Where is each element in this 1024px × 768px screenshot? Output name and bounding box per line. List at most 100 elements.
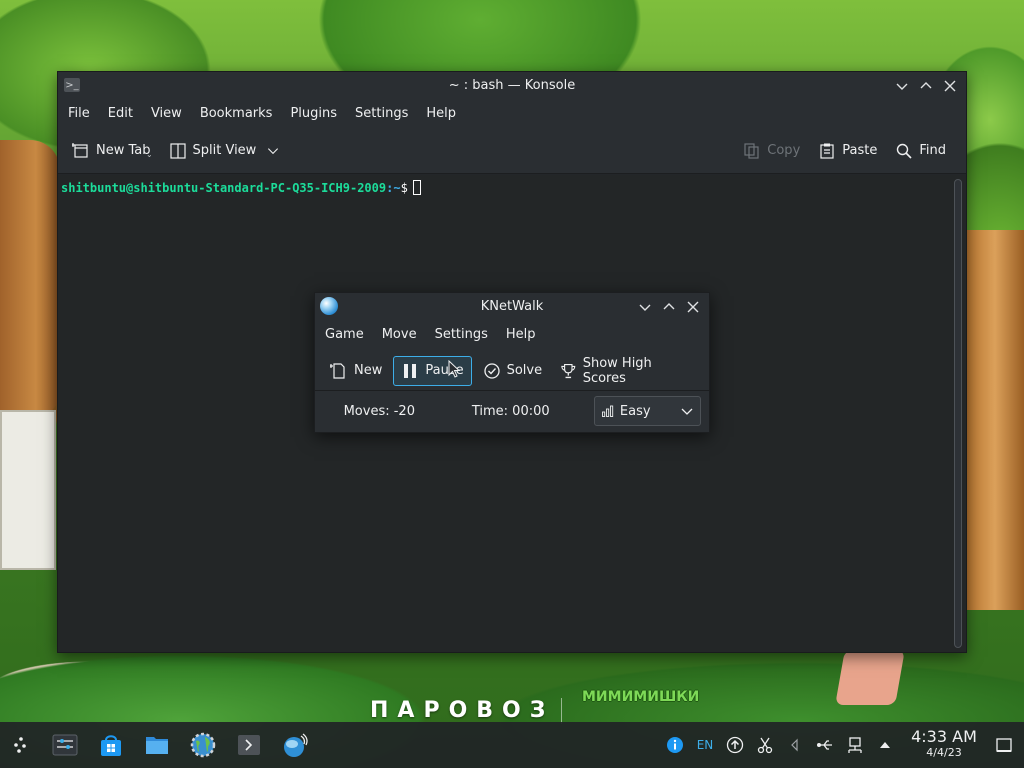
knetwalk-titlebar[interactable]: KNetWalk xyxy=(315,293,709,319)
time-counter: Time: 00:00 xyxy=(471,403,550,419)
new-tab-button[interactable]: New Tab ⌄ xyxy=(66,136,157,166)
new-game-label: New xyxy=(354,363,383,378)
tray-expand[interactable] xyxy=(870,722,900,768)
menu-edit[interactable]: Edit xyxy=(100,102,141,126)
globe-icon xyxy=(190,732,216,758)
wallpaper-sign xyxy=(0,410,56,570)
menu-help[interactable]: Help xyxy=(498,323,544,347)
app-launcher-icon xyxy=(14,737,26,753)
copy-icon xyxy=(744,142,759,159)
settings-sliders-icon xyxy=(52,734,78,756)
konsole-toolbar: New Tab ⌄ Split View Copy Paste Find xyxy=(58,128,966,174)
scissors-icon xyxy=(757,737,773,754)
network-wired-icon xyxy=(848,737,862,753)
wallpaper-stand xyxy=(835,650,905,705)
menu-settings[interactable]: Settings xyxy=(347,102,416,126)
menu-file[interactable]: File xyxy=(60,102,98,126)
tray-usb[interactable] xyxy=(810,722,840,768)
knetwalk-minimize-button[interactable] xyxy=(633,295,657,319)
checkmark-circle-icon xyxy=(483,362,500,379)
tray-info[interactable] xyxy=(660,722,690,768)
menu-view[interactable]: View xyxy=(143,102,190,126)
taskbar-web-browser[interactable] xyxy=(180,722,226,768)
knetwalk-window[interactable]: KNetWalk Game Move Settings Help New Pau… xyxy=(314,292,710,433)
difficulty-value: Easy xyxy=(619,403,651,419)
find-button[interactable]: Find xyxy=(889,136,952,166)
knetwalk-menubar: Game Move Settings Help xyxy=(315,319,709,351)
chevron-up-icon xyxy=(663,302,675,309)
chevron-up-icon xyxy=(880,742,890,748)
split-view-label: Split View xyxy=(192,143,257,158)
menu-game[interactable]: Game xyxy=(317,323,372,347)
minimize-button[interactable] xyxy=(890,74,914,98)
menu-move[interactable]: Move xyxy=(374,323,425,347)
close-button[interactable] xyxy=(938,74,962,98)
chevron-down-icon xyxy=(681,408,693,415)
menu-plugins[interactable]: Plugins xyxy=(282,102,345,126)
new-tab-icon xyxy=(72,142,88,158)
show-high-scores-button[interactable]: Show High Scores xyxy=(553,356,697,386)
chevron-down-icon xyxy=(896,83,908,90)
tray-updates[interactable] xyxy=(720,722,750,768)
moves-counter: Moves: -20 xyxy=(343,403,415,419)
wallpaper-tree-right xyxy=(966,230,1024,610)
prompt-symbol: $ xyxy=(400,181,408,195)
show-desktop-icon xyxy=(996,738,1012,752)
knetwalk-maximize-button[interactable] xyxy=(657,295,681,319)
copy-label: Copy xyxy=(767,143,801,158)
terminal-icon xyxy=(238,735,260,755)
taskbar-knetwalk[interactable] xyxy=(272,722,318,768)
solve-label: Solve xyxy=(506,363,543,378)
solve-button[interactable]: Solve xyxy=(476,356,550,386)
tray-network[interactable] xyxy=(840,722,870,768)
wallpaper-logo-divider xyxy=(561,698,562,724)
menu-help[interactable]: Help xyxy=(418,102,464,126)
tray-clipboard[interactable] xyxy=(750,722,780,768)
show-desktop-button[interactable] xyxy=(984,722,1024,768)
difficulty-select[interactable]: Easy xyxy=(593,396,702,426)
split-view-icon xyxy=(169,142,186,159)
paste-label: Paste xyxy=(842,143,878,158)
knetwalk-window-title: KNetWalk xyxy=(480,298,544,314)
search-icon xyxy=(897,143,912,159)
menu-bookmarks[interactable]: Bookmarks xyxy=(192,102,281,126)
wallpaper-tree-left xyxy=(0,140,60,420)
konsole-titlebar[interactable]: >_ ~ : bash — Konsole xyxy=(58,72,966,99)
new-game-button[interactable]: New xyxy=(323,356,389,386)
speaker-muted-icon xyxy=(791,738,798,752)
knetwalk-toolbar: New Pause Solve Show High Scores xyxy=(315,351,709,391)
clock-date: 4/4/23 xyxy=(926,746,962,759)
taskbar-system-settings[interactable] xyxy=(42,722,88,768)
digital-clock[interactable]: 4:33 AM 4/4/23 xyxy=(904,729,984,761)
konsole-app-icon[interactable]: >_ xyxy=(64,78,80,92)
maximize-button[interactable] xyxy=(914,74,938,98)
konsole-window-title: ~ : bash — Konsole xyxy=(448,78,576,93)
wallpaper-logo-mimimishki: МИМИМИШКИ xyxy=(582,689,700,705)
application-launcher-button[interactable] xyxy=(0,722,42,768)
taskbar-konsole[interactable] xyxy=(226,722,272,768)
update-icon xyxy=(726,736,744,754)
close-icon xyxy=(687,301,699,312)
split-view-button[interactable]: Split View xyxy=(163,136,287,166)
taskbar: EN 4:33 AM 4/4/23 xyxy=(0,722,1024,768)
paste-button[interactable]: Paste xyxy=(812,136,883,166)
menu-settings[interactable]: Settings xyxy=(427,323,496,347)
terminal-prompt-line: shitbuntu@shitbuntu-Standard-PC-Q35-ICH9… xyxy=(61,180,421,195)
knetwalk-close-button[interactable] xyxy=(681,295,705,319)
info-icon xyxy=(667,737,683,753)
taskbar-discover[interactable] xyxy=(88,722,134,768)
terminal-scrollbar[interactable] xyxy=(954,179,962,648)
knetwalk-app-icon[interactable] xyxy=(320,297,338,315)
chevron-up-icon xyxy=(920,81,932,88)
taskbar-file-manager[interactable] xyxy=(134,722,180,768)
pause-icon xyxy=(404,363,417,378)
tray-volume[interactable] xyxy=(780,722,810,768)
show-high-scores-label: Show High Scores xyxy=(582,355,652,386)
paste-icon xyxy=(820,143,834,159)
konsole-menubar: File Edit View Bookmarks Plugins Setting… xyxy=(58,99,966,128)
usb-icon xyxy=(817,740,832,750)
tray-keyboard-layout[interactable]: EN xyxy=(690,722,720,768)
find-label: Find xyxy=(919,143,946,158)
new-tab-label: New Tab xyxy=(96,143,151,158)
copy-button[interactable]: Copy xyxy=(737,136,806,166)
